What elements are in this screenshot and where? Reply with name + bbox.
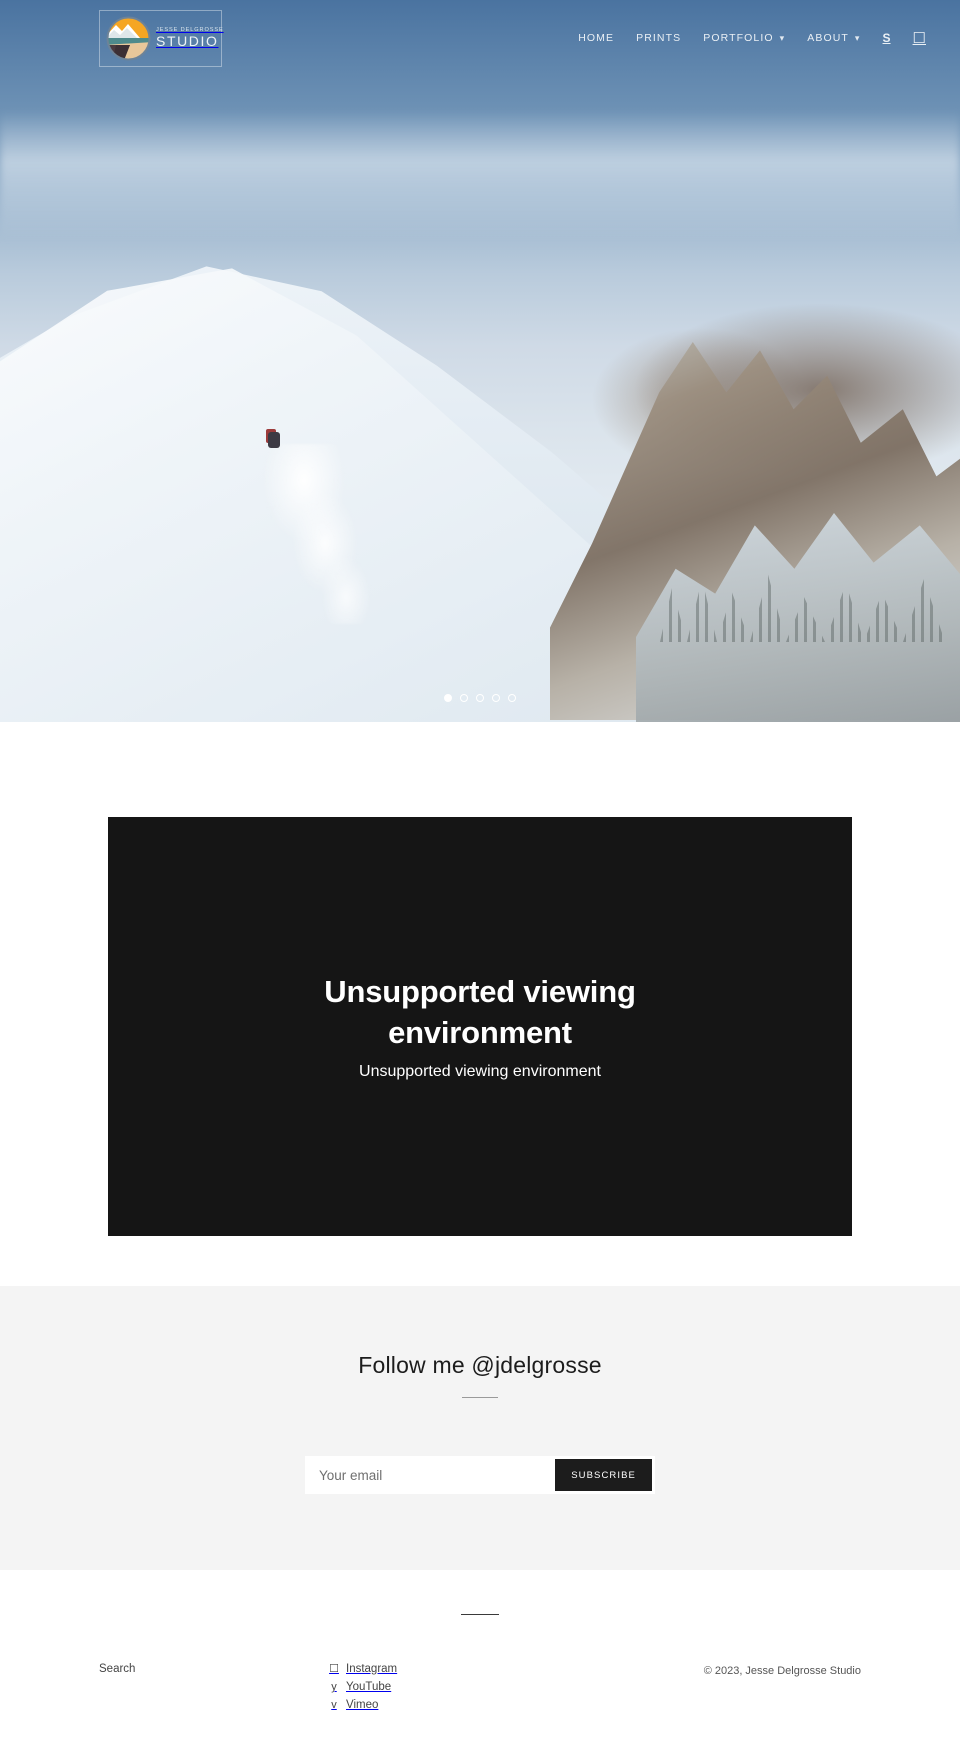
footer-link-search[interactable]: Search <box>99 1661 329 1679</box>
footer-column-copyright: © 2023, Jesse Delgrosse Studio <box>609 1661 861 1679</box>
instagram-icon: ☐ <box>329 1663 339 1676</box>
site-footer: Search ☐ Instagram y YouTube v Vimeo © 2… <box>0 1570 960 1754</box>
copyright-text: © 2023, Jesse Delgrosse Studio <box>703 1665 861 1677</box>
nav-item-prints[interactable]: PRINTS <box>625 24 692 52</box>
footer-column-links: Search <box>99 1661 329 1679</box>
nav-item-label: HOME <box>578 32 615 44</box>
video-error-subtitle: Unsupported viewing environment <box>359 1062 601 1080</box>
footer-column-social: ☐ Instagram y YouTube v Vimeo <box>329 1661 609 1714</box>
social-link-instagram[interactable]: ☐ Instagram <box>329 1661 609 1679</box>
hero-image <box>0 0 960 722</box>
newsletter-form: SUBSCRIBE <box>305 1456 655 1494</box>
nav-item-label: ABOUT <box>807 32 849 44</box>
social-link-label: YouTube <box>346 1680 392 1693</box>
cart-icon[interactable]: ☐ <box>902 21 940 55</box>
social-link-vimeo[interactable]: v Vimeo <box>329 1697 609 1715</box>
footer-columns: Search ☐ Instagram y YouTube v Vimeo © 2… <box>0 1661 960 1714</box>
site-header: JESSE DELGROSSE STUDIO HOME PRINTS PORTF… <box>0 0 960 76</box>
search-icon[interactable]: S <box>872 23 902 53</box>
nav-item-about[interactable]: ABOUT ▾ <box>796 24 871 52</box>
nav-item-label: PORTFOLIO <box>703 32 774 44</box>
vimeo-icon: v <box>331 1699 337 1711</box>
main-navigation: HOME PRINTS PORTFOLIO ▾ ABOUT ▾ S ☐ <box>567 21 960 55</box>
subscribe-button[interactable]: SUBSCRIBE <box>555 1459 652 1491</box>
hero-cloud-band <box>0 110 960 240</box>
newsletter-section: Follow me @jdelgrosse SUBSCRIBE <box>0 1286 960 1570</box>
video-player-placeholder[interactable]: Unsupported viewing environment Unsuppor… <box>108 817 852 1236</box>
mountain-sunset-circle-logo-icon <box>106 16 151 61</box>
hero-snow-spray <box>248 444 388 624</box>
nav-item-home[interactable]: HOME <box>567 24 625 52</box>
carousel-dot-5[interactable] <box>508 694 516 702</box>
carousel-dot-1[interactable] <box>444 694 452 702</box>
social-link-label: Vimeo <box>346 1698 379 1711</box>
video-section: Unsupported viewing environment Unsuppor… <box>0 722 960 1286</box>
hero-carousel[interactable]: JESSE DELGROSSE STUDIO HOME PRINTS PORTF… <box>0 0 960 722</box>
hero-skier <box>268 432 280 448</box>
chevron-down-icon: ▾ <box>854 32 861 43</box>
social-link-label: Instagram <box>346 1663 398 1675</box>
chevron-down-icon: ▾ <box>779 32 786 43</box>
nav-item-portfolio[interactable]: PORTFOLIO ▾ <box>692 24 796 52</box>
carousel-dots <box>0 694 960 702</box>
newsletter-divider <box>462 1397 498 1398</box>
email-field[interactable] <box>305 1456 553 1494</box>
site-logo[interactable]: JESSE DELGROSSE STUDIO <box>99 9 223 67</box>
footer-divider <box>461 1614 499 1615</box>
newsletter-heading: Follow me @jdelgrosse <box>358 1352 602 1378</box>
social-link-youtube[interactable]: y YouTube <box>329 1679 609 1697</box>
logo-wordmark: STUDIO <box>156 33 219 50</box>
nav-item-label: PRINTS <box>636 32 682 44</box>
carousel-dot-2[interactable] <box>460 694 468 702</box>
video-error-title: Unsupported viewing environment <box>324 974 636 1050</box>
youtube-icon: y <box>331 1681 337 1694</box>
carousel-dot-4[interactable] <box>492 694 500 702</box>
carousel-dot-3[interactable] <box>476 694 484 702</box>
